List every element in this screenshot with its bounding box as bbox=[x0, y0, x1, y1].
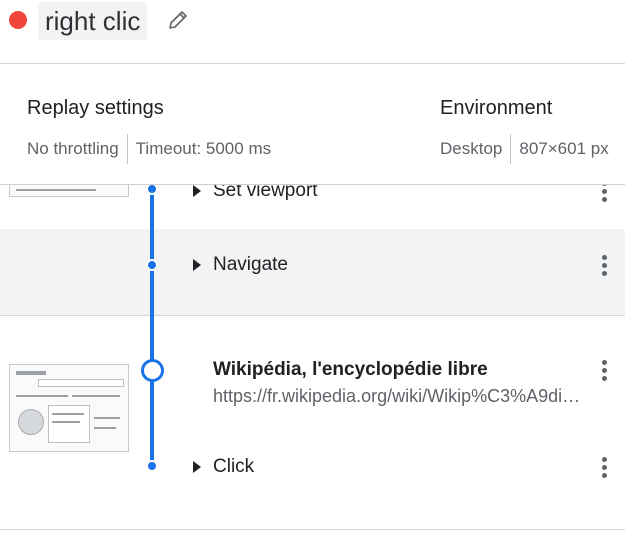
timeout-value[interactable]: Timeout: 5000 ms bbox=[136, 137, 271, 161]
step-label[interactable]: Set viewport bbox=[213, 185, 318, 203]
environment-settings: Environment Desktop 807×601 px bbox=[440, 96, 609, 164]
recording-title[interactable]: right clic bbox=[38, 2, 148, 40]
caret-right-icon[interactable] bbox=[193, 461, 201, 473]
separator bbox=[126, 134, 128, 164]
timeline-line bbox=[150, 185, 154, 467]
step-label[interactable]: Navigate bbox=[213, 253, 288, 277]
throttling-value[interactable]: No throttling bbox=[27, 137, 119, 161]
timeline-dot bbox=[146, 460, 158, 472]
recording-status-dot bbox=[9, 11, 27, 29]
replay-settings-title: Replay settings bbox=[27, 97, 164, 119]
screenshot-thumbnail bbox=[9, 185, 129, 197]
section-title: Wikipédia, l'encyclopédie libre bbox=[213, 359, 488, 380]
replay-settings[interactable]: Replay settings No throttling Timeout: 5… bbox=[27, 96, 271, 164]
section-url: https://fr.wikipedia.org/wiki/Wikip%C3%A… bbox=[213, 386, 583, 406]
step-row-navigate[interactable] bbox=[0, 229, 625, 316]
timeline-section-ring bbox=[141, 359, 164, 382]
timeline-dot bbox=[146, 185, 158, 195]
step-label[interactable]: Click bbox=[213, 455, 254, 479]
timeline-dot bbox=[146, 259, 158, 271]
caret-right-icon[interactable] bbox=[193, 185, 201, 197]
caret-right-icon[interactable] bbox=[193, 259, 201, 271]
steps-list: Set viewport Navigate Wikipédia, l'encyc… bbox=[0, 185, 625, 541]
replay-settings-values: No throttling Timeout: 5000 ms bbox=[27, 134, 271, 164]
more-vertical-icon[interactable] bbox=[596, 457, 614, 483]
more-vertical-icon[interactable] bbox=[596, 185, 614, 207]
screenshot-thumbnail bbox=[9, 364, 129, 452]
device-value: Desktop bbox=[440, 139, 503, 158]
pencil-icon[interactable] bbox=[166, 8, 190, 32]
divider bbox=[0, 529, 625, 530]
recording-header: right clic bbox=[0, 0, 625, 64]
settings-panel: Replay settings No throttling Timeout: 5… bbox=[0, 64, 625, 185]
environment-values: Desktop 807×601 px bbox=[440, 134, 609, 164]
more-vertical-icon[interactable] bbox=[596, 255, 614, 281]
environment-title: Environment bbox=[440, 97, 553, 119]
viewport-value: 807×601 px bbox=[519, 139, 609, 158]
separator bbox=[510, 134, 512, 164]
more-vertical-icon[interactable] bbox=[596, 360, 614, 386]
